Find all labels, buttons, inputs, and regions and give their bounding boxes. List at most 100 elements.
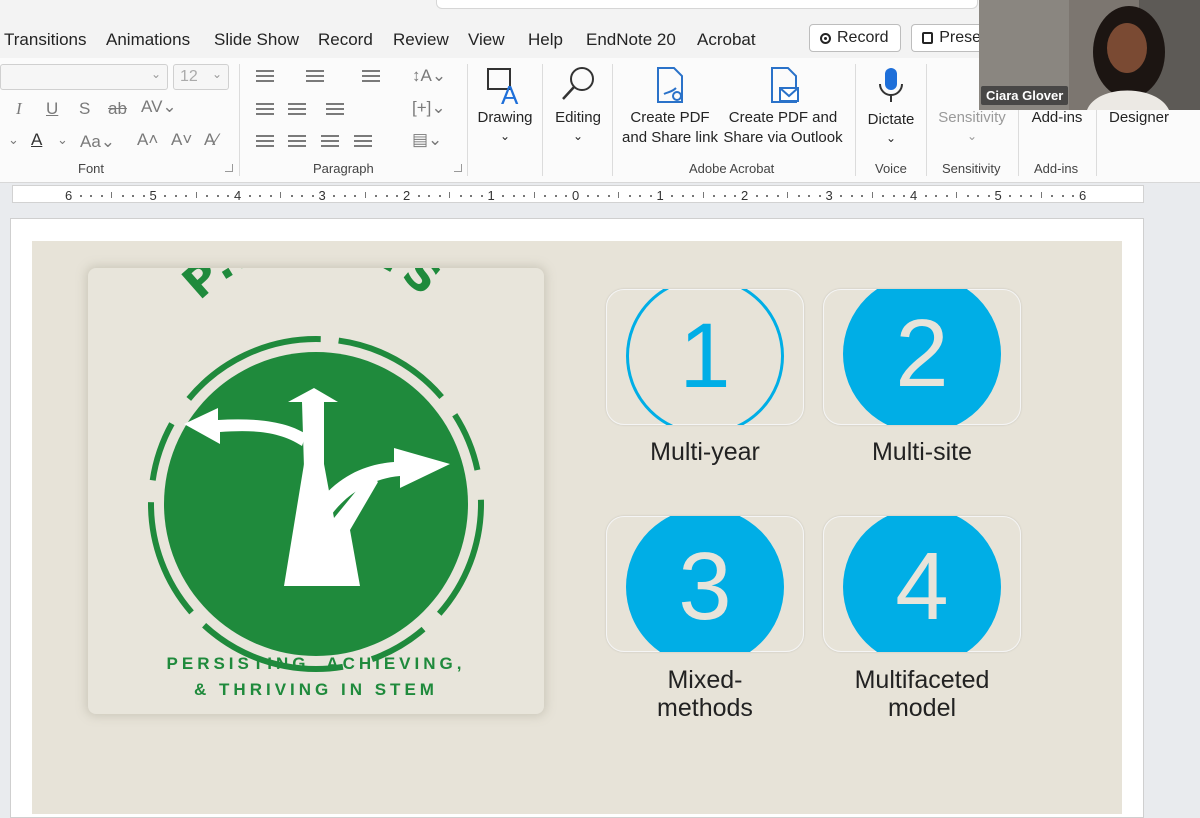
text-direction-icon[interactable]: ↕A⌄: [412, 66, 446, 86]
decrease-indent-icon[interactable]: [256, 103, 274, 117]
number-1-circle: 1: [626, 289, 784, 425]
paths-logo-card[interactable]: P.A.TH.S PERSISTING, ACHIEVING, & THRIVI…: [88, 268, 544, 714]
ruler-tick: [692, 195, 695, 197]
justify-icon[interactable]: [354, 135, 372, 149]
numbering-icon[interactable]: [306, 70, 324, 84]
dictate-button[interactable]: Dictate ⌄: [862, 64, 920, 154]
tagline-line1: PERSISTING, ACHIEVING,: [166, 654, 466, 673]
paragraph-dialog-launcher-icon[interactable]: [454, 164, 462, 172]
sensitivity-label: Sensitivity: [938, 109, 1006, 126]
editing-label: Editing: [555, 109, 601, 126]
number-1: 1: [679, 304, 731, 407]
columns-icon[interactable]: [326, 103, 344, 117]
ruler-tick: [639, 195, 642, 197]
drawing-button[interactable]: A Drawing ⌄: [477, 64, 533, 154]
chevron-down-icon: ⌄: [572, 129, 584, 143]
ruler-tick: [945, 195, 948, 197]
ruler-tick: [111, 192, 113, 198]
ruler-tick: [164, 195, 167, 197]
font-family-combo[interactable]: ⌄: [0, 64, 168, 90]
tab-animations[interactable]: Animations: [106, 30, 190, 50]
decrease-font-icon[interactable]: A˅: [171, 130, 192, 150]
chevron-down-icon[interactable]: ⌄: [57, 132, 68, 148]
ruler-tick: [882, 195, 885, 197]
ruler-tick: [861, 195, 864, 197]
participant-video[interactable]: Ciara Glover: [979, 0, 1200, 110]
font-dialog-launcher-icon[interactable]: [225, 164, 233, 172]
create-pdf-share-outlook-line1: Create PDF and: [728, 109, 838, 126]
ruler-tick: [586, 195, 589, 197]
tab-record[interactable]: Record: [318, 30, 373, 50]
align-text-icon[interactable]: [+]⌄: [412, 98, 446, 118]
font-group-label: Font: [78, 161, 105, 176]
ruler-tick: [850, 195, 853, 197]
tab-review[interactable]: Review: [393, 30, 449, 50]
ruler-tick: [808, 195, 811, 197]
clear-formatting-icon[interactable]: A⁄: [204, 130, 218, 150]
tab-acrobat[interactable]: Acrobat: [697, 30, 756, 50]
ruler-tick: [459, 195, 462, 197]
chevron-down-icon: ⌄: [211, 67, 222, 81]
ruler-tick: [523, 195, 526, 197]
ruler-number: 2: [403, 188, 411, 203]
add-ins-label: Add-ins: [1031, 109, 1083, 126]
caption-multifaceted-line2: model: [887, 694, 957, 722]
ruler-tick: [1051, 195, 1054, 197]
drawing-label: Drawing: [477, 109, 533, 126]
create-pdf-share-outlook-line2: Share via Outlook: [723, 129, 843, 146]
ruler-tick: [206, 195, 209, 197]
caption-mixed-line2: methods: [657, 694, 753, 722]
ruler-tick: [840, 195, 843, 197]
line-spacing-icon[interactable]: [362, 70, 380, 84]
record-button[interactable]: Record: [809, 24, 901, 52]
align-center-icon[interactable]: [288, 135, 306, 149]
separator: [467, 64, 468, 176]
tab-slide-show[interactable]: Slide Show: [214, 30, 299, 50]
font-size-combo[interactable]: 12 ⌄: [173, 64, 229, 90]
create-pdf-share-link-line2: and Share link: [622, 129, 718, 146]
font-color-icon[interactable]: A: [31, 130, 42, 150]
item-card-1-clip: 1: [606, 289, 804, 425]
ruler-tick: [533, 192, 535, 198]
create-pdf-share-link-button[interactable]: Create PDF and Share link: [620, 64, 720, 154]
ruler-tick: [649, 195, 652, 197]
ruler-number: 4: [910, 188, 918, 203]
increase-indent-icon[interactable]: [288, 103, 306, 117]
search-field[interactable]: [436, 0, 978, 9]
editing-button[interactable]: Editing ⌄: [550, 64, 606, 154]
character-spacing-icon[interactable]: AV⌄: [141, 97, 177, 117]
sensitivity-group-label: Sensitivity: [942, 161, 1001, 176]
ruler-tick: [597, 195, 600, 197]
ruler-tick: [396, 195, 399, 197]
change-case-icon[interactable]: Aa⌄: [80, 132, 115, 152]
tab-view[interactable]: View: [468, 30, 505, 50]
create-pdf-share-outlook-button[interactable]: Create PDF and Share via Outlook: [722, 64, 844, 154]
smartart-icon[interactable]: ▤⌄: [412, 130, 442, 150]
ruler-tick: [438, 195, 441, 197]
item-card-3-clip: 3: [606, 516, 804, 652]
underline-icon[interactable]: U: [46, 99, 58, 119]
increase-font-icon[interactable]: A˄: [137, 130, 158, 150]
align-left-icon[interactable]: [256, 135, 274, 149]
tab-transitions[interactable]: Transitions: [4, 30, 87, 50]
ruler-tick: [766, 195, 769, 197]
align-right-icon[interactable]: [321, 135, 339, 149]
ruler-tick: [121, 195, 124, 197]
ruler-tick: [216, 195, 219, 197]
separator: [542, 64, 543, 176]
tab-help[interactable]: Help: [528, 30, 563, 50]
ruler-tick: [301, 195, 304, 197]
shadow-icon[interactable]: S: [79, 99, 90, 119]
bullets-icon[interactable]: [256, 70, 274, 84]
tagline-line2: & THRIVING IN STEM: [194, 680, 438, 699]
ruler-tick: [892, 195, 895, 197]
strikethrough-icon[interactable]: ab: [108, 99, 127, 119]
ruler-number: 0: [572, 188, 580, 203]
tab-endnote[interactable]: EndNote 20: [586, 30, 676, 50]
record-icon: [820, 32, 831, 44]
ruler-tick: [428, 195, 431, 197]
voice-group-label: Voice: [875, 161, 907, 176]
ruler-tick: [512, 195, 515, 197]
chevron-down-icon[interactable]: ⌄: [8, 132, 19, 148]
italic-icon[interactable]: I: [16, 99, 22, 119]
